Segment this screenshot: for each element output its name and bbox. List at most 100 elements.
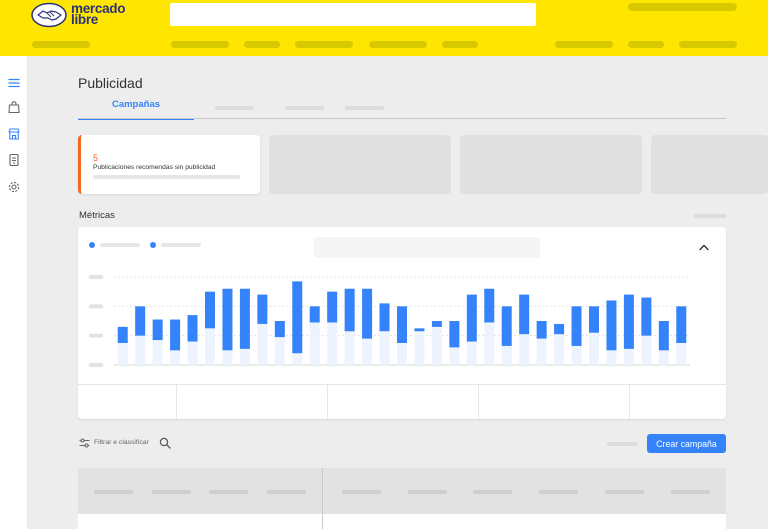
chart-bar	[292, 281, 303, 354]
chart-bar-base	[239, 348, 250, 365]
recommendation-label: Publicaciones recomendas sin publicidad	[93, 164, 216, 171]
menu-icon[interactable]	[7, 76, 21, 90]
handshake-icon	[31, 2, 67, 28]
page-title: Publicidad	[78, 75, 143, 91]
filter-icon[interactable]	[79, 438, 90, 448]
chart-bar	[344, 288, 355, 332]
chart-bar-base	[536, 338, 547, 365]
chart-bar-base	[501, 345, 512, 365]
chart-bar-base	[117, 343, 128, 365]
metrics-link-placeholder[interactable]	[694, 214, 726, 218]
column-header-placeholder	[94, 490, 133, 494]
table-header	[78, 468, 726, 514]
chart-bar	[431, 321, 442, 327]
chart-bar	[484, 288, 495, 323]
chart-bar	[501, 306, 512, 346]
chart-bar-base	[519, 334, 530, 365]
chart-bar-base	[431, 326, 442, 365]
chart-bar-base	[274, 337, 285, 365]
chart-bar	[327, 291, 338, 323]
column-header-placeholder	[539, 490, 578, 494]
store-icon[interactable]	[7, 127, 21, 141]
chart-bar	[466, 294, 477, 342]
chart-bar	[641, 297, 652, 336]
y-tick-placeholder	[89, 275, 103, 279]
metric-cell	[478, 385, 629, 419]
chart-bar-base	[187, 341, 198, 365]
chart-bar-base	[623, 348, 634, 365]
metrics-title: Métricas	[79, 210, 115, 221]
tab-placeholder[interactable]	[215, 106, 254, 110]
nav-item-placeholder[interactable]	[295, 41, 353, 48]
chart-bar	[414, 328, 425, 332]
tab-campaigns[interactable]: Campañas	[78, 99, 194, 120]
filter-label[interactable]: Filtrar e classificar	[94, 439, 149, 446]
top-header: mercado libre	[0, 0, 768, 56]
chart-bar	[536, 321, 547, 339]
toolbar-placeholder[interactable]	[607, 442, 638, 446]
column-header-placeholder	[209, 490, 248, 494]
nav-item-placeholder[interactable]	[369, 41, 427, 48]
recommendation-card[interactable]: 5 Publicaciones recomendas sin publicida…	[78, 135, 260, 194]
search-input[interactable]	[170, 3, 536, 26]
chart-bar-base	[641, 335, 652, 365]
account-placeholder[interactable]	[628, 3, 737, 11]
chart-bar	[274, 321, 285, 338]
campaigns-table	[78, 468, 726, 529]
chart-bar	[187, 315, 198, 342]
column-header-placeholder	[473, 490, 512, 494]
metric-cell	[176, 385, 327, 419]
chart-bar	[239, 288, 250, 349]
logo-wordmark: mercado libre	[71, 1, 126, 27]
chart-bar-base	[344, 331, 355, 365]
text-placeholder	[93, 175, 240, 179]
chart-bar-base	[606, 350, 617, 365]
chart-bar	[362, 288, 373, 339]
tab-placeholder[interactable]	[285, 106, 324, 110]
chart-bar	[205, 291, 215, 329]
create-campaign-button[interactable]: Crear campaña	[647, 434, 726, 453]
chart-bar	[222, 288, 233, 351]
chart-bar-base	[589, 332, 599, 365]
chart-bar	[606, 300, 617, 351]
y-tick-placeholder	[89, 333, 103, 338]
card-placeholder	[269, 135, 451, 194]
user-menu-placeholder[interactable]	[628, 41, 664, 48]
chart-bar-base	[658, 350, 669, 365]
tab-placeholder[interactable]	[345, 106, 384, 110]
search-icon[interactable]	[159, 437, 171, 449]
chart-bar-base	[554, 334, 565, 365]
chart-bar-base	[362, 338, 373, 365]
nav-item-placeholder[interactable]	[442, 41, 478, 48]
nav-item-placeholder[interactable]	[244, 41, 280, 48]
column-header-placeholder	[267, 490, 306, 494]
user-menu-placeholder[interactable]	[679, 41, 737, 48]
user-menu-placeholder[interactable]	[555, 41, 613, 48]
chart-bar-base	[222, 350, 233, 365]
metrics-bar-chart	[89, 275, 690, 367]
chart-bar	[676, 306, 687, 343]
gear-icon[interactable]	[7, 180, 21, 194]
invoice-icon[interactable]	[7, 153, 21, 167]
location-placeholder[interactable]	[32, 41, 90, 48]
table-column-divider	[322, 468, 323, 529]
chart-bar-base	[414, 331, 425, 365]
chart-bar	[379, 303, 390, 332]
mercadolibre-logo[interactable]: mercado libre	[31, 2, 131, 28]
y-tick-placeholder	[89, 363, 103, 367]
chart-bar	[589, 306, 599, 333]
chart-bar	[623, 294, 634, 349]
nav-item-placeholder[interactable]	[171, 41, 229, 48]
chart-bar	[257, 294, 268, 324]
chart-bar-base	[449, 347, 460, 365]
column-header-placeholder	[605, 490, 644, 494]
chart-bar-base	[170, 350, 181, 365]
chart-bar-base	[466, 341, 477, 365]
chart-bar-base	[397, 343, 407, 365]
chart-bar-base	[257, 323, 268, 365]
chart-bar	[117, 326, 128, 343]
chart-bar-base	[292, 353, 303, 365]
bag-icon[interactable]	[7, 100, 21, 114]
recommendation-count: 5	[93, 153, 99, 163]
chart-bar-base	[152, 340, 163, 365]
